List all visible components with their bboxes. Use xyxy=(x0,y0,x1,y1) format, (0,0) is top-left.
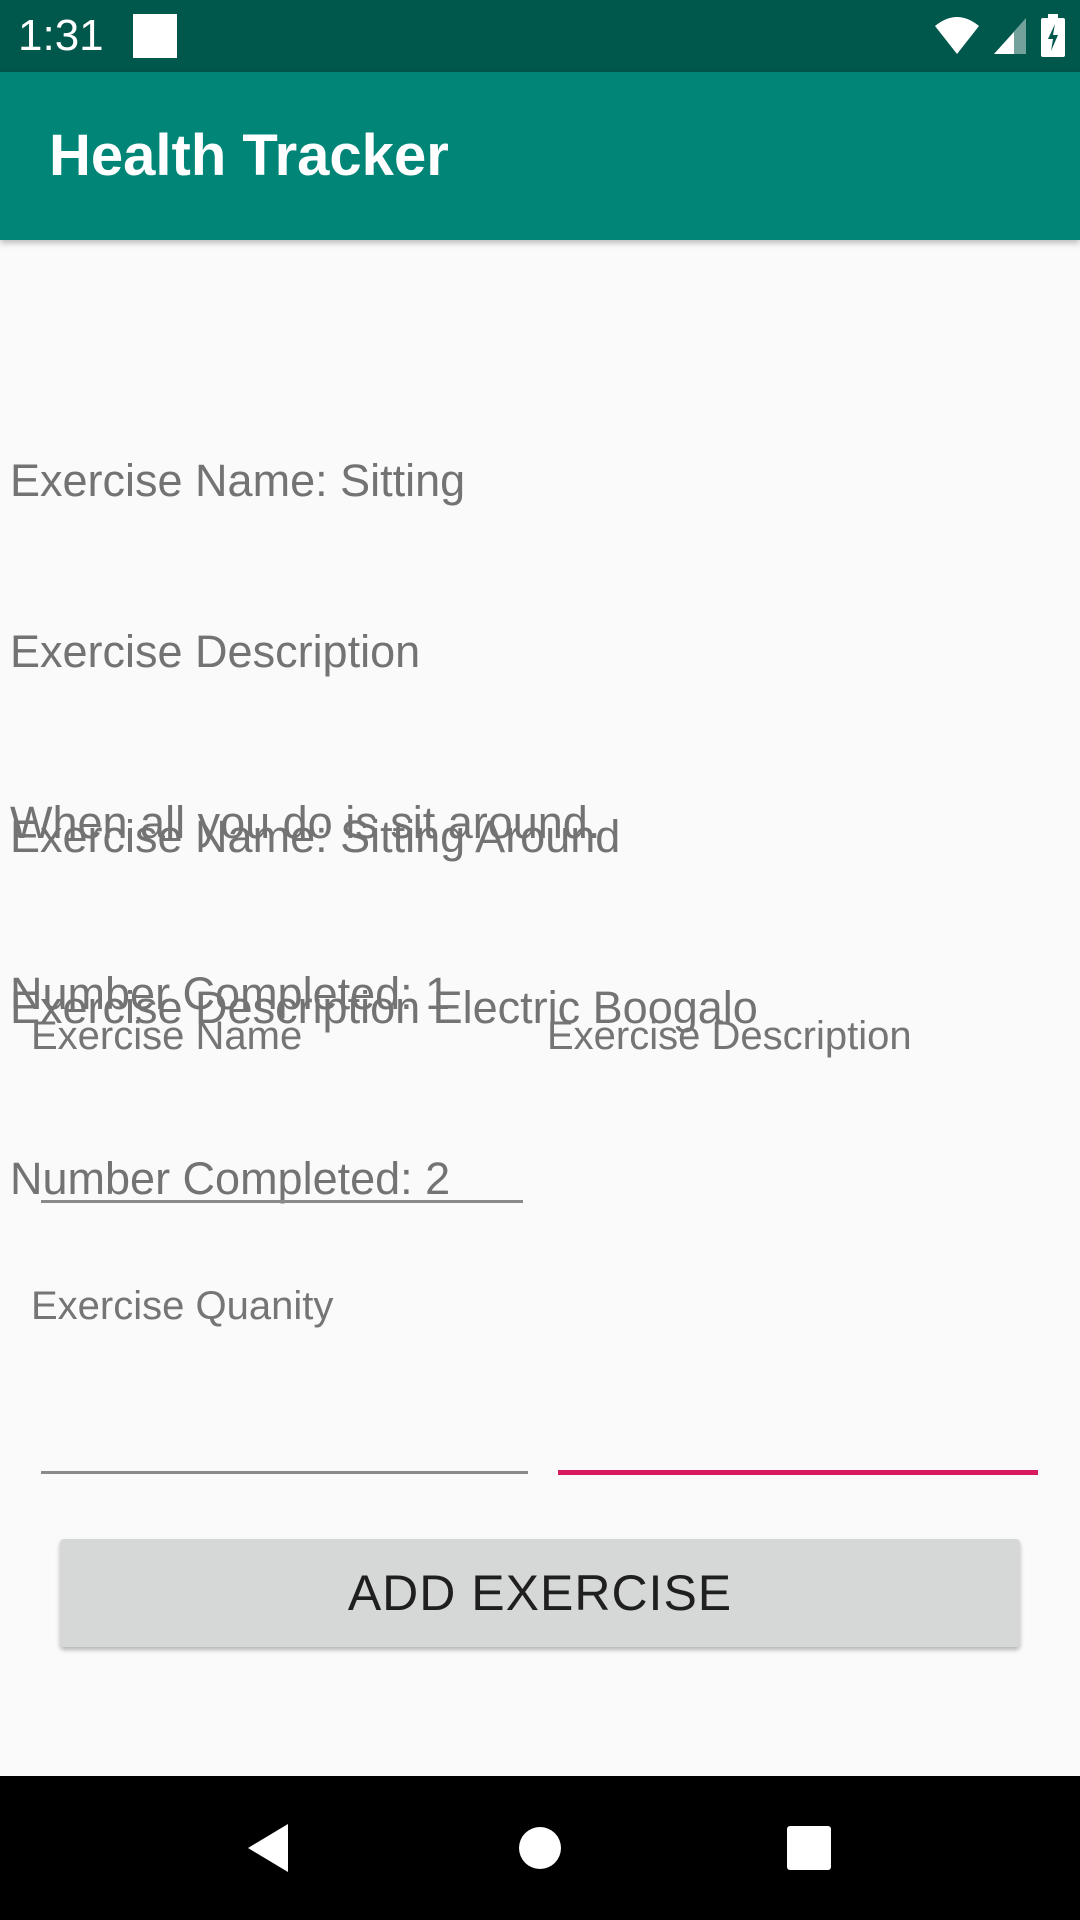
battery-charging-icon xyxy=(1041,14,1065,57)
status-icons xyxy=(934,14,1066,58)
exercise-item: Exercise Name: Sitting Around Exercise D… xyxy=(10,694,758,1321)
exercise-name-underline xyxy=(41,1200,523,1203)
exercise-description-underline xyxy=(558,1470,1038,1475)
exercise-description-heading: Exercise Description xyxy=(10,626,421,677)
exercise-name-text: Exercise Name: Sitting xyxy=(10,455,466,506)
app-bar: Health Tracker xyxy=(0,72,1080,240)
wifi-icon xyxy=(935,17,979,54)
exercise-quantity-label: Exercise Quanity xyxy=(31,1284,334,1328)
add-exercise-button[interactable]: ADD EXERCISE xyxy=(60,1539,1020,1647)
home-button[interactable] xyxy=(490,1798,590,1898)
exercise-name-text: Exercise Name: Sitting Around xyxy=(10,811,621,862)
exercise-name-input[interactable] xyxy=(41,1100,523,1204)
exercise-description-input[interactable] xyxy=(558,1370,1038,1474)
back-icon xyxy=(248,1824,288,1872)
exercise-quantity-input[interactable] xyxy=(41,1370,528,1474)
recents-button[interactable] xyxy=(759,1798,859,1898)
app-title: Health Tracker xyxy=(49,123,449,188)
home-icon xyxy=(519,1827,561,1869)
navigation-bar xyxy=(0,1776,1080,1920)
exercise-description-label: Exercise Description xyxy=(547,1014,912,1058)
notification-square-icon xyxy=(133,14,177,58)
exercise-quantity-underline xyxy=(41,1471,528,1474)
screen: 1:31 Health Tracker Exercise Name: Sitti… xyxy=(0,0,1080,1920)
recents-icon xyxy=(787,1826,831,1870)
back-button[interactable] xyxy=(218,1798,318,1898)
signal-icon xyxy=(994,18,1026,54)
status-time: 1:31 xyxy=(18,11,104,60)
status-bar: 1:31 xyxy=(0,0,1080,72)
exercise-name-label: Exercise Name xyxy=(31,1014,303,1058)
